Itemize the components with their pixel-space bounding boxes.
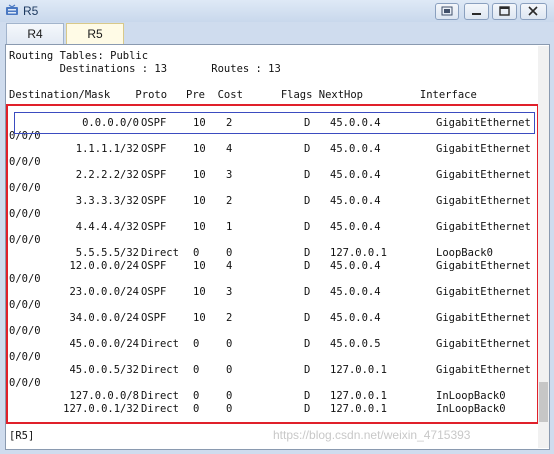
table-column-header: Destination/Mask Proto Pre Cost Flags Ne… [9, 89, 477, 101]
blue-highlight-box [14, 112, 535, 134]
close-icon [528, 6, 538, 16]
tab-r5[interactable]: R5 [66, 23, 124, 44]
tab-r5-label: R5 [87, 27, 103, 41]
tab-r4-label: R4 [27, 27, 43, 41]
tab-r4[interactable]: R4 [6, 23, 64, 44]
restore-window-button[interactable] [435, 3, 459, 20]
maximize-icon [499, 6, 510, 16]
title-bar: R5 [0, 0, 554, 22]
device-tab-bar: R4 R5 [0, 22, 554, 44]
cli-prompt[interactable]: [R5] [9, 430, 34, 443]
destinations-summary: Destinations : 13 Routes : 13 [9, 63, 281, 75]
minimize-icon [472, 13, 481, 15]
red-highlight-box [6, 104, 539, 424]
watermark: https://blog.csdn.net/weixin_4715393 [273, 428, 471, 442]
vertical-scrollbar[interactable] [538, 46, 549, 448]
cli-console[interactable]: Routing Tables: Public Destinations : 13… [5, 44, 550, 450]
router-app-icon [6, 4, 18, 15]
window-title: R5 [23, 4, 39, 18]
scrollbar-thumb[interactable] [539, 382, 548, 422]
restore-icon [441, 6, 453, 16]
close-button[interactable] [520, 3, 547, 20]
minimize-button[interactable] [464, 3, 489, 20]
routing-table-title: Routing Tables: Public [9, 50, 149, 62]
maximize-button[interactable] [492, 3, 517, 20]
